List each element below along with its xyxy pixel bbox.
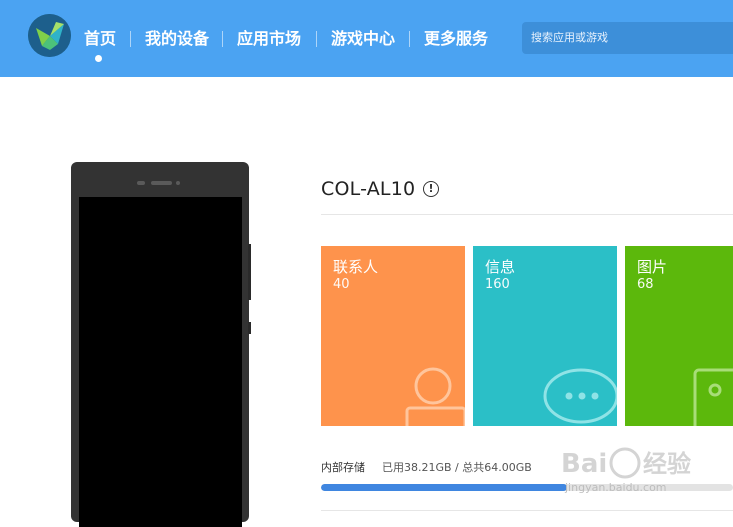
tile-pictures[interactable]: 图片 68 — [625, 246, 733, 426]
tile-messages-label: 信息 — [485, 258, 516, 276]
storage-progress-fill — [321, 484, 567, 491]
storage-progress-bar — [321, 484, 733, 491]
phone-volume-button — [248, 244, 251, 300]
nav-separator — [316, 31, 317, 47]
top-navigation-bar: 首页 我的设备 应用市场 游戏中心 更多服务 — [0, 0, 733, 77]
storage-usage-text: 已用38.21GB / 总共64.00GB — [382, 461, 532, 474]
tile-messages[interactable]: 信息 160 — [473, 246, 617, 426]
watermark-url: jingyan.baidu.com — [565, 481, 667, 494]
tile-messages-count: 160 — [485, 277, 510, 292]
search-input[interactable] — [531, 31, 731, 44]
tile-contacts-count: 40 — [333, 277, 350, 292]
picture-icon — [693, 368, 733, 426]
phone-speaker — [151, 181, 172, 185]
info-circle-icon[interactable]: ! — [423, 181, 439, 197]
phone-sensor — [137, 181, 145, 185]
nav-more-services[interactable]: 更多服务 — [424, 28, 488, 50]
active-nav-indicator — [95, 55, 102, 62]
nav-my-devices[interactable]: 我的设备 — [145, 28, 209, 50]
tile-pictures-label: 图片 — [637, 258, 668, 276]
app-logo-icon[interactable] — [28, 14, 71, 57]
storage-label: 内部存储 — [321, 461, 365, 474]
nav-game-center[interactable]: 游戏中心 — [331, 28, 395, 50]
nav-separator — [130, 31, 131, 47]
tile-contacts-label: 联系人 — [333, 258, 379, 276]
contact-person-icon — [405, 367, 465, 426]
svg-text:Bai: Bai — [561, 449, 607, 479]
phone-power-button — [248, 322, 251, 334]
chat-bubble-icon — [543, 368, 617, 424]
divider — [321, 214, 733, 215]
divider — [321, 510, 733, 511]
search-box[interactable] — [522, 22, 733, 54]
device-name: COL-AL10 — [321, 178, 416, 200]
phone-camera — [176, 181, 180, 185]
phone-screen — [79, 197, 242, 527]
tile-pictures-count: 68 — [637, 277, 654, 292]
nav-separator — [409, 31, 410, 47]
svg-text:经验: 经验 — [643, 450, 691, 478]
nav-separator — [222, 31, 223, 47]
nav-app-market[interactable]: 应用市场 — [237, 28, 301, 50]
tile-contacts[interactable]: 联系人 40 — [321, 246, 465, 426]
nav-home[interactable]: 首页 — [84, 28, 116, 50]
